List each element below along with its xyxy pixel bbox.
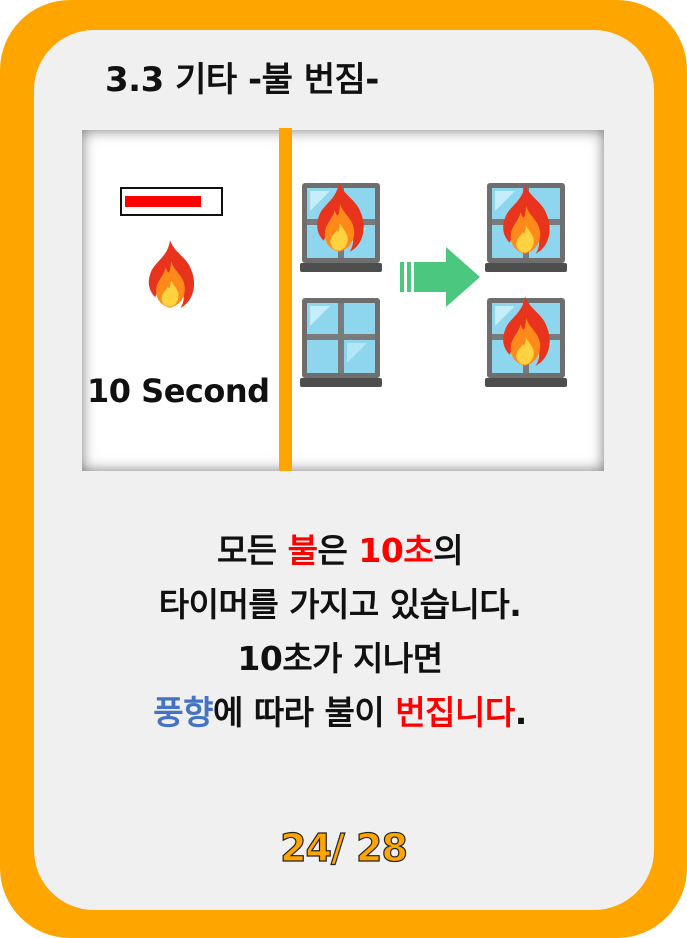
description-line-2: 타이머를 가지고 있습니다. <box>158 585 522 624</box>
flame-icon <box>138 238 202 312</box>
description-line-1: 모든 불은 10초의 <box>80 524 600 578</box>
arrow-right-icon <box>400 247 480 307</box>
highlight-wind-direction: 풍향 <box>153 693 213 732</box>
description-line-3: 10초가 지나면 <box>237 639 443 678</box>
description-text: 은 <box>317 531 359 570</box>
highlight-spreads: 번집니다 <box>395 693 515 732</box>
highlight-fire: 불 <box>287 531 318 570</box>
description-line-4: 풍향에 따라 불이 번집니다. <box>80 686 600 740</box>
description-text: 의 <box>433 531 464 570</box>
flame-icon <box>490 182 560 258</box>
timer-bar-fill <box>125 196 201 207</box>
description: 모든 불은 10초의 타이머를 가지고 있습니다. 10초가 지나면 풍향에 따… <box>80 524 600 740</box>
page-indicator: 24/ 28 <box>279 825 408 870</box>
description-text: 모든 <box>216 531 288 570</box>
description-text: 에 따라 불이 <box>212 693 396 732</box>
flame-icon <box>490 294 560 370</box>
highlight-ten-seconds: 10초 <box>358 531 434 570</box>
section-title: 3.3 기타 -불 번짐- <box>105 60 379 100</box>
illustration-divider <box>279 128 292 471</box>
timer-label: 10 Second <box>87 372 270 410</box>
description-text: . <box>514 693 528 732</box>
timer-bar <box>120 187 223 216</box>
window-icon <box>300 296 382 388</box>
flame-icon <box>304 180 374 256</box>
